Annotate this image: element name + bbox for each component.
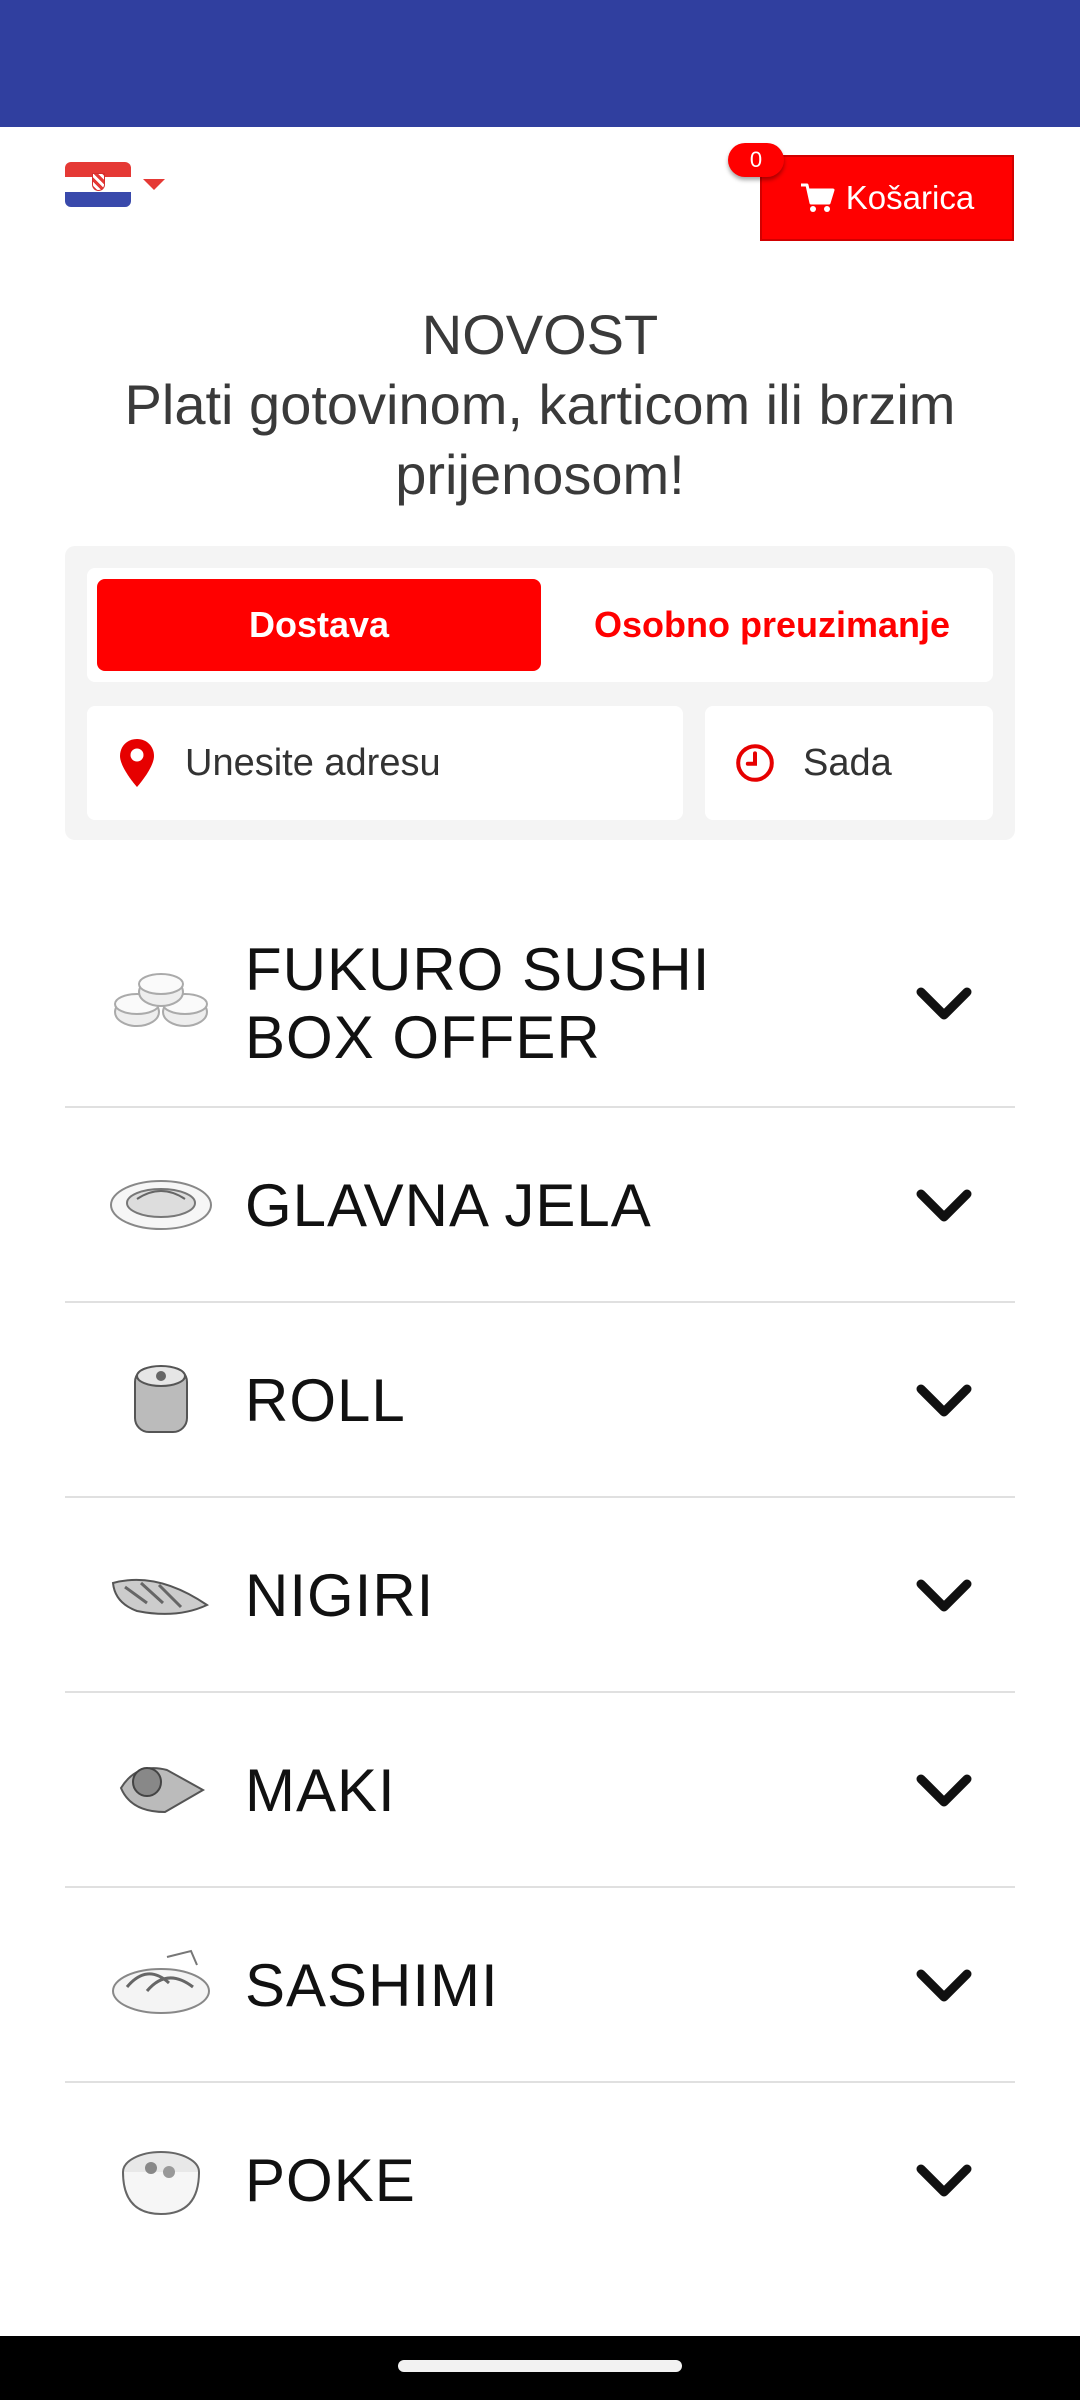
- clock-icon: [735, 737, 775, 789]
- tab-pickup[interactable]: Osobno preuzimanje: [557, 579, 987, 671]
- category-label: MAKI: [245, 1756, 396, 1824]
- chevron-down-icon: [916, 1969, 972, 2001]
- top-bar: 0 Košarica: [0, 127, 1080, 277]
- sushi-rolls-icon: [114, 973, 208, 1027]
- category-roll[interactable]: ROLL: [65, 1303, 1015, 1498]
- chevron-down-icon: [916, 1384, 972, 1416]
- chevron-down-icon: [916, 1189, 972, 1221]
- time-value: Sada: [803, 741, 892, 784]
- order-type-tabs: Dostava Osobno preuzimanje: [87, 568, 993, 682]
- category-label: POKE: [245, 2146, 416, 2214]
- roll-icon: [134, 1365, 188, 1433]
- order-options-panel: Dostava Osobno preuzimanje Unesite adres…: [65, 546, 1015, 840]
- menu-categories: FUKURO SUSHI BOX OFFER GLAVNA JELA ROLL: [65, 900, 1015, 2278]
- chevron-down-icon: [916, 1579, 972, 1611]
- promo-banner: NOVOST Plati gotovinom, karticom ili brz…: [40, 300, 1040, 510]
- sashimi-icon: [112, 1949, 210, 2014]
- shopping-cart-icon: [800, 183, 835, 212]
- category-fukuro-sushi-box-offer[interactable]: FUKURO SUSHI BOX OFFER: [65, 900, 1015, 1108]
- system-navigation-bar: [0, 2336, 1080, 2400]
- category-label: FUKURO SUSHI BOX OFFER: [245, 936, 711, 1071]
- category-sashimi[interactable]: SASHIMI: [65, 1888, 1015, 2083]
- map-marker-icon: [117, 737, 157, 789]
- home-gesture-handle[interactable]: [398, 2360, 682, 2372]
- time-selector[interactable]: Sada: [705, 706, 993, 820]
- cart-count-badge: 0: [728, 143, 784, 177]
- promo-title: NOVOST: [421, 303, 659, 366]
- plate-icon: [110, 1180, 212, 1230]
- nigiri-icon: [111, 1578, 210, 1615]
- maki-cone-icon: [119, 1767, 206, 1814]
- category-label: GLAVNA JELA: [245, 1171, 652, 1239]
- tab-delivery[interactable]: Dostava: [97, 579, 541, 671]
- cart-button[interactable]: 0 Košarica: [728, 143, 1014, 241]
- language-selector[interactable]: [65, 162, 165, 207]
- category-poke[interactable]: POKE: [65, 2083, 1015, 2278]
- chevron-down-icon: [916, 987, 972, 1020]
- category-label: ROLL: [245, 1366, 406, 1434]
- category-maki[interactable]: MAKI: [65, 1693, 1015, 1888]
- category-nigiri[interactable]: NIGIRI: [65, 1498, 1015, 1693]
- status-bar: [0, 0, 1080, 127]
- poke-bowl-icon: [122, 2151, 200, 2216]
- cart-label: Košarica: [845, 179, 975, 216]
- promo-text: Plati gotovinom, karticom ili brzim prij…: [124, 373, 956, 506]
- category-glavna-jela[interactable]: GLAVNA JELA: [65, 1108, 1015, 1303]
- caret-down-icon: [143, 179, 165, 190]
- croatia-flag-icon: [65, 162, 131, 207]
- category-label: NIGIRI: [245, 1561, 435, 1629]
- chevron-down-icon: [916, 1774, 972, 1806]
- address-placeholder: Unesite adresu: [185, 741, 441, 784]
- category-label: SASHIMI: [245, 1951, 499, 2019]
- chevron-down-icon: [916, 2164, 972, 2196]
- address-input[interactable]: Unesite adresu: [87, 706, 683, 820]
